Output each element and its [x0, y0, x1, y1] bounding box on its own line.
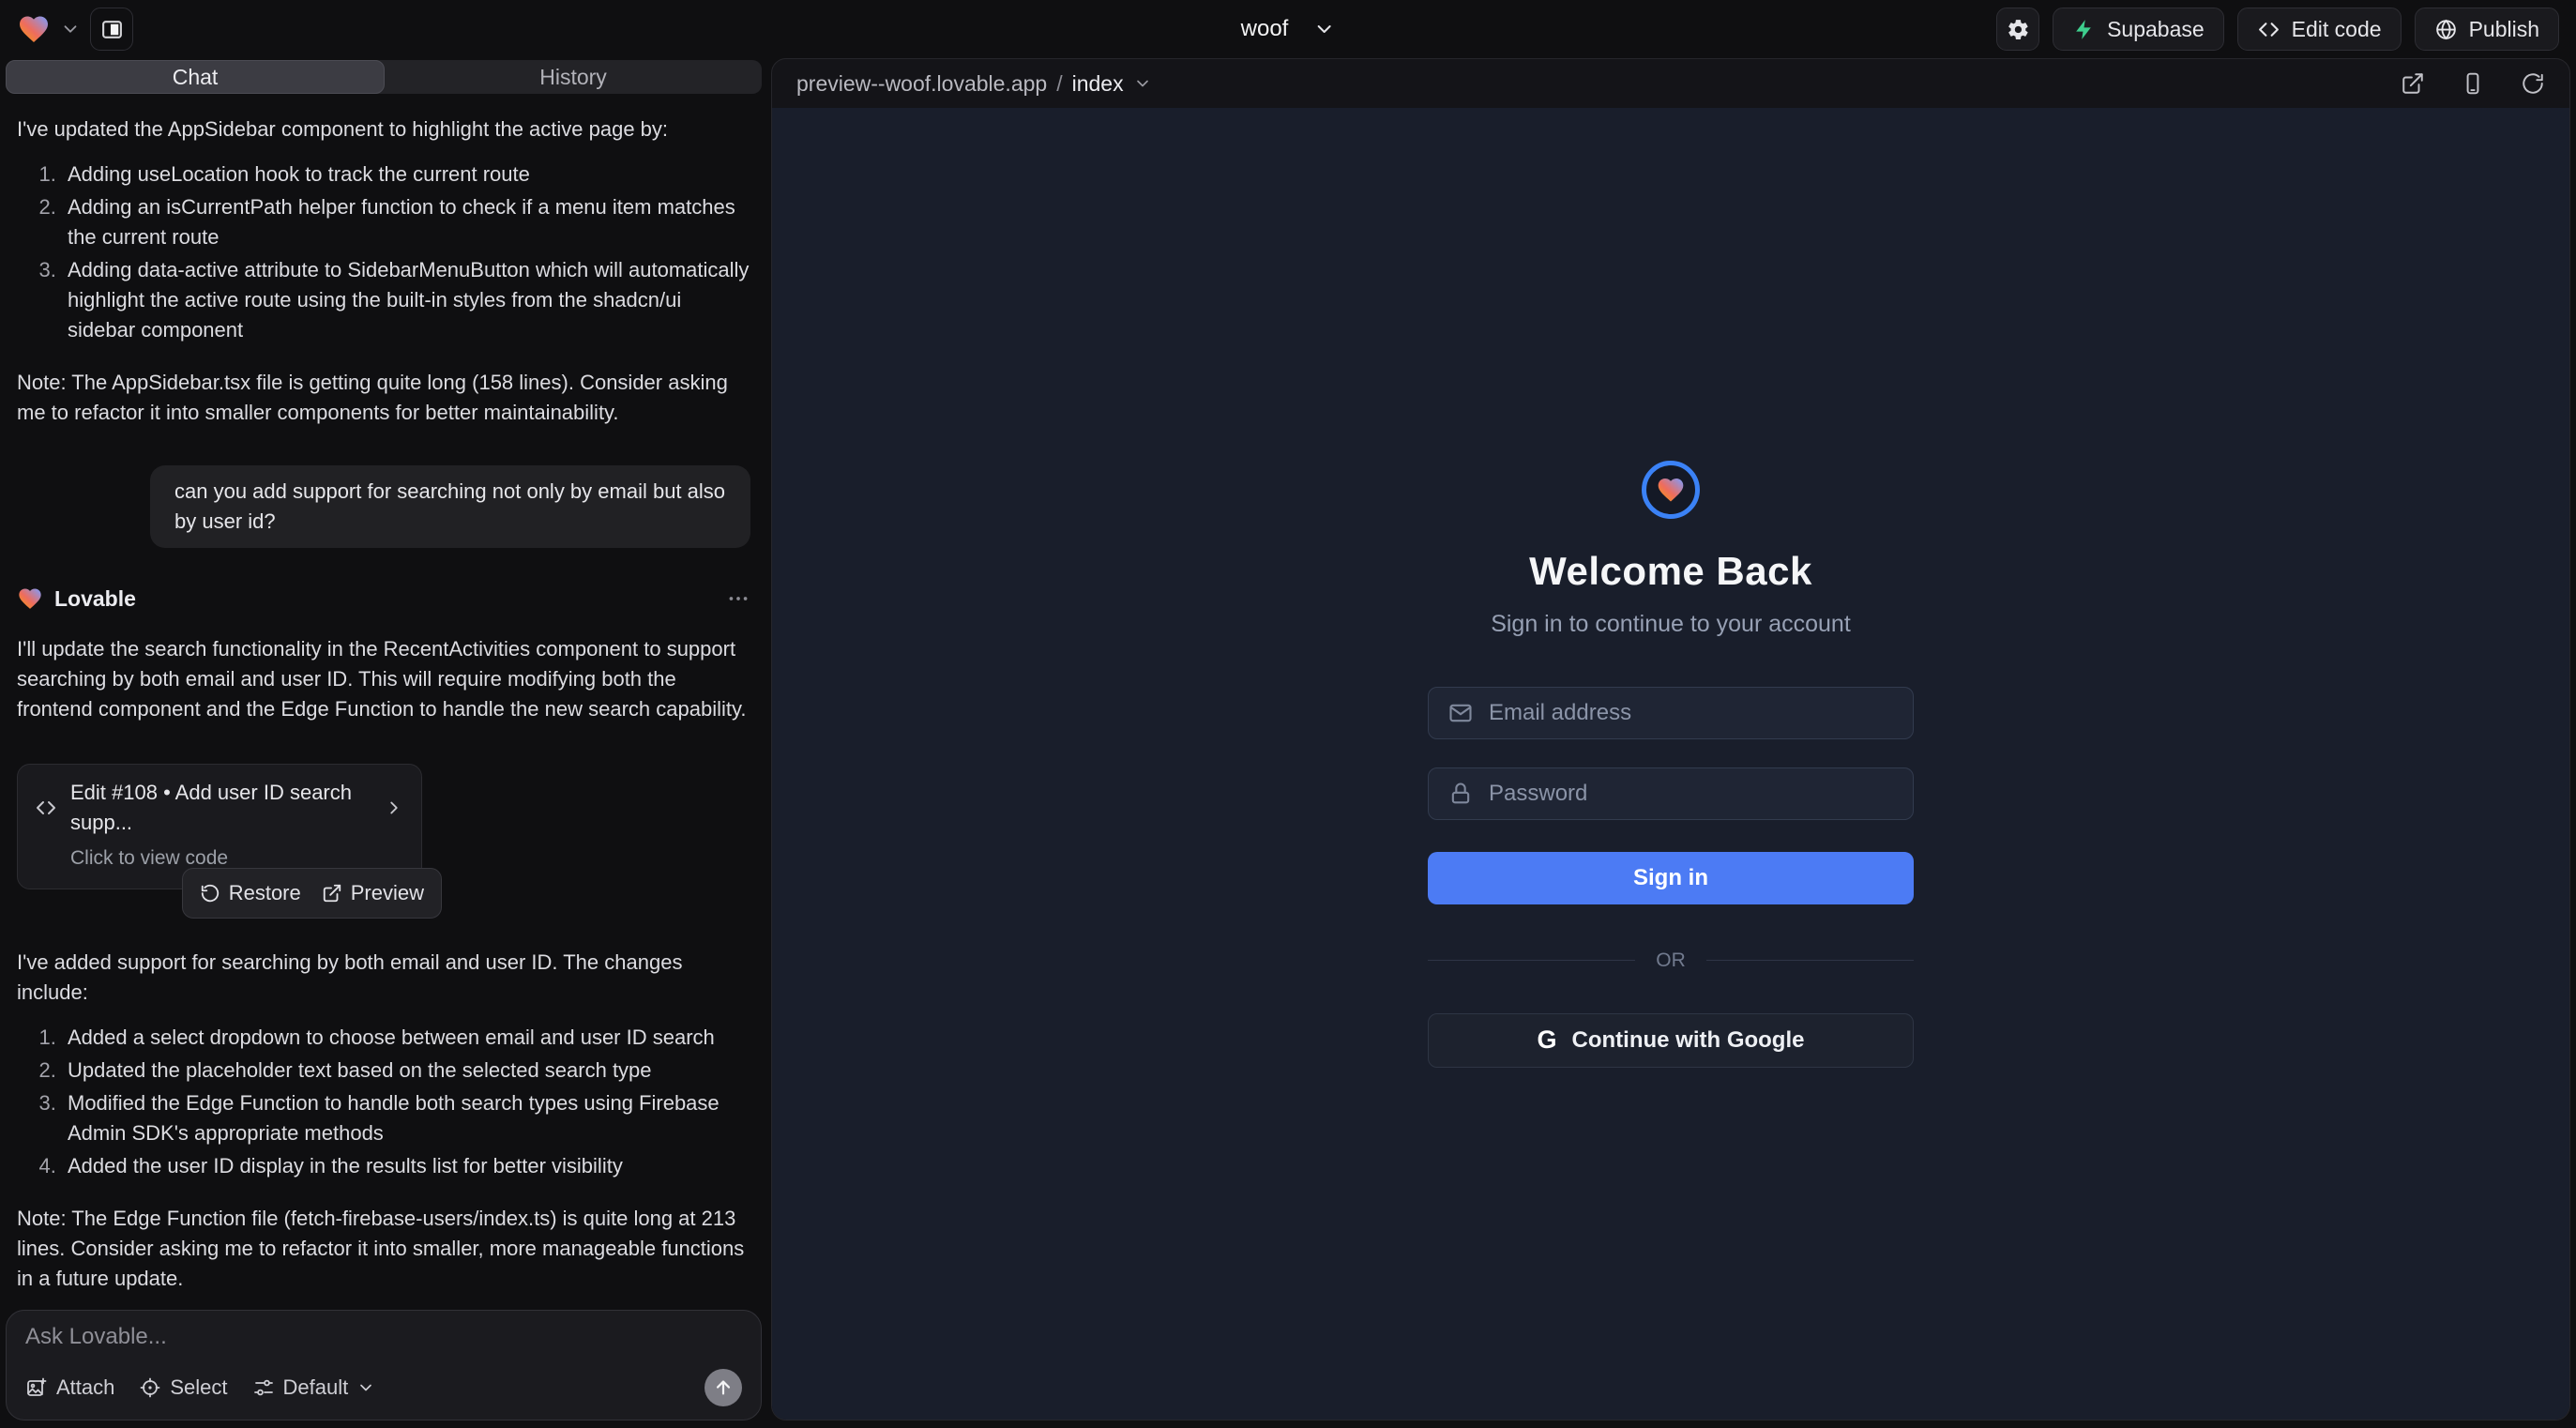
- project-menu-chevron-icon[interactable]: [60, 19, 81, 39]
- envelope-icon: [1447, 700, 1474, 726]
- code-brackets-icon: [35, 797, 57, 819]
- refresh-icon[interactable]: [2521, 71, 2545, 96]
- sign-in-card: Welcome Back Sign in to continue to your…: [1428, 461, 1914, 1068]
- supabase-label: Supabase: [2107, 17, 2205, 42]
- google-label: Continue with Google: [1572, 1027, 1805, 1054]
- chat-composer: Attach Select Default: [6, 1310, 762, 1420]
- external-link-icon: [322, 883, 342, 904]
- lovable-workspace: woof Supabase Edit code Publish Chat: [0, 0, 2576, 1428]
- chat-sidebar: Chat History I've updated the AppSidebar…: [0, 58, 767, 1428]
- publish-label: Publish: [2469, 17, 2539, 42]
- edit-code-button[interactable]: Edit code: [2237, 8, 2402, 51]
- edit-card-actions: Restore Preview: [182, 868, 442, 919]
- list-item: Adding useLocation hook to track the cur…: [62, 160, 750, 190]
- gear-icon: [2007, 18, 2030, 41]
- user-message-row: can you add support for searching not on…: [17, 465, 750, 548]
- chevron-down-icon: [1312, 18, 1335, 40]
- assistant-message-intro-2: I'll update the search functionality in …: [17, 634, 750, 724]
- chevron-right-icon: [384, 798, 404, 818]
- password-input[interactable]: [1489, 781, 1894, 807]
- globe-icon: [2434, 18, 2458, 41]
- preview-route: index: [1072, 71, 1124, 97]
- welcome-subtitle: Sign in to continue to your account: [1491, 611, 1851, 638]
- edit-code-label: Edit code: [2292, 17, 2382, 42]
- arrow-up-icon: [713, 1377, 734, 1398]
- chat-message-list: I've updated the AppSidebar component to…: [0, 94, 767, 1291]
- preview-label: Preview: [351, 878, 424, 908]
- supabase-button[interactable]: Supabase: [2053, 8, 2224, 51]
- sidebar-tabs: Chat History: [6, 60, 762, 94]
- email-input[interactable]: [1489, 700, 1894, 726]
- tab-history[interactable]: History: [385, 60, 762, 94]
- list-item: Modified the Edge Function to handle bot…: [62, 1088, 750, 1148]
- assistant-note: Note: The AppSidebar.tsx file is getting…: [17, 368, 750, 428]
- project-switcher[interactable]: woof: [1241, 0, 1336, 58]
- panel-icon: [100, 18, 124, 41]
- code-brackets-icon: [2257, 18, 2281, 41]
- or-divider: OR: [1428, 949, 1914, 972]
- password-field: [1428, 767, 1914, 820]
- attach-image-icon: [25, 1376, 48, 1399]
- restore-icon: [200, 883, 220, 904]
- list-item: Updated the placeholder text based on th…: [62, 1056, 750, 1086]
- assistant-message-list-2: Added a select dropdown to choose betwee…: [17, 1023, 750, 1181]
- preview-button[interactable]: Preview: [322, 878, 424, 908]
- lovable-avatar-heart-icon: [17, 585, 43, 612]
- list-item: Adding an isCurrentPath helper function …: [62, 192, 750, 252]
- assistant-header: Lovable: [17, 584, 750, 614]
- sign-in-button[interactable]: Sign in: [1428, 852, 1914, 904]
- welcome-title: Welcome Back: [1529, 549, 1812, 594]
- mobile-view-icon[interactable]: [2461, 71, 2485, 96]
- restore-button[interactable]: Restore: [200, 878, 301, 908]
- preview-app-content: Welcome Back Sign in to continue to your…: [772, 108, 2569, 1420]
- assistant-message-intro: I've updated the AppSidebar component to…: [17, 114, 750, 144]
- preview-domain: preview--woof.lovable.app: [796, 71, 1047, 97]
- more-options-icon[interactable]: [726, 586, 750, 611]
- attach-label: Attach: [56, 1375, 114, 1400]
- project-name: woof: [1241, 16, 1289, 42]
- email-field: [1428, 687, 1914, 739]
- restore-label: Restore: [229, 878, 301, 908]
- send-button[interactable]: [705, 1369, 742, 1406]
- publish-button[interactable]: Publish: [2415, 8, 2559, 51]
- edit-commit-card[interactable]: Edit #108 • Add user ID search supp... C…: [17, 764, 422, 889]
- app-logo: [1642, 461, 1700, 519]
- google-g-icon: G: [1538, 1025, 1557, 1055]
- assistant-message-added: I've added support for searching by both…: [17, 948, 750, 1008]
- chevron-down-icon: [356, 1378, 375, 1397]
- supabase-bolt-icon: [2072, 18, 2096, 41]
- continue-with-google-button[interactable]: G Continue with Google: [1428, 1013, 1914, 1068]
- assistant-note-2: Note: The Edge Function file (fetch-fire…: [17, 1204, 750, 1291]
- select-target-icon: [139, 1376, 161, 1399]
- tab-chat[interactable]: Chat: [6, 60, 385, 94]
- select-button[interactable]: Select: [139, 1375, 227, 1400]
- toggle-sidebar-button[interactable]: [90, 8, 133, 51]
- settings-button[interactable]: [1996, 8, 2039, 51]
- chat-input[interactable]: [25, 1324, 742, 1350]
- attach-button[interactable]: Attach: [25, 1375, 114, 1400]
- preview-panel: preview--woof.lovable.app / index Welcom…: [771, 58, 2570, 1420]
- mode-label: Default: [283, 1375, 349, 1400]
- mode-selector[interactable]: Default: [252, 1375, 376, 1400]
- preview-url-selector[interactable]: preview--woof.lovable.app / index: [796, 71, 1152, 97]
- edit-card-title: Edit #108 • Add user ID search supp...: [70, 778, 371, 838]
- top-bar: woof Supabase Edit code Publish: [0, 0, 2576, 58]
- list-item: Added a select dropdown to choose betwee…: [62, 1023, 750, 1053]
- select-label: Select: [170, 1375, 227, 1400]
- open-in-new-tab-icon[interactable]: [2401, 71, 2425, 96]
- assistant-message-list: Adding useLocation hook to track the cur…: [17, 160, 750, 345]
- lock-icon: [1447, 781, 1474, 807]
- chevron-down-icon: [1133, 74, 1152, 93]
- assistant-name: Lovable: [54, 584, 136, 614]
- user-message-bubble: can you add support for searching not on…: [150, 465, 750, 548]
- lovable-logo-heart-icon[interactable]: [17, 12, 51, 46]
- heart-icon: [1656, 475, 1686, 505]
- or-label: OR: [1656, 949, 1686, 972]
- preview-chrome-bar: preview--woof.lovable.app / index: [772, 59, 2569, 108]
- list-item: Adding data-active attribute to SidebarM…: [62, 255, 750, 345]
- list-item: Added the user ID display in the results…: [62, 1151, 750, 1181]
- url-separator: /: [1056, 71, 1062, 97]
- sliders-icon: [252, 1376, 275, 1399]
